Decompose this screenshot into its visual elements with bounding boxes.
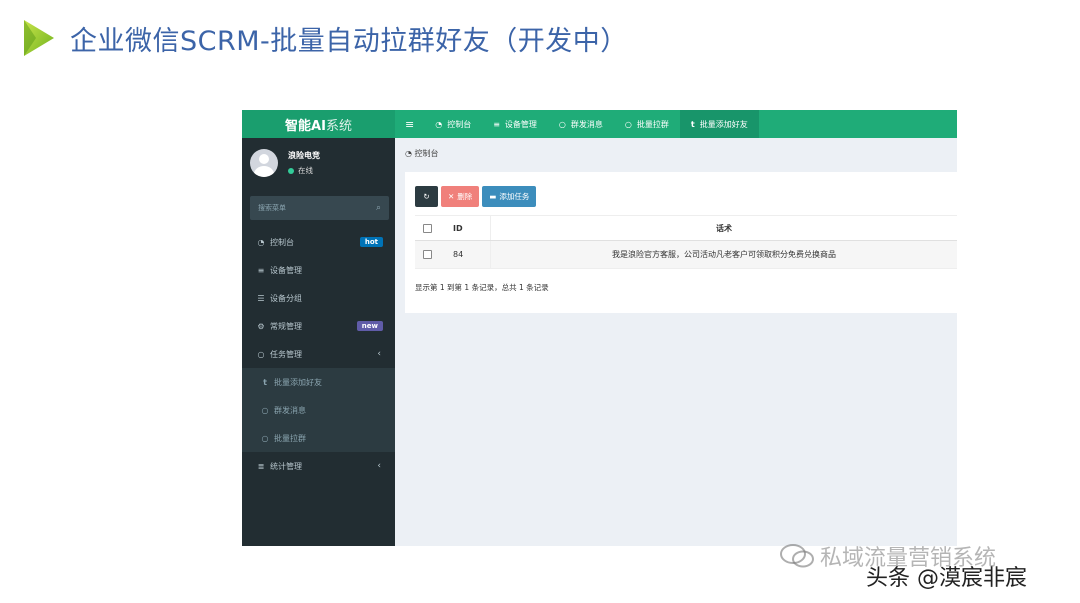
sidebar-item-label: 批量拉群 <box>274 433 306 443</box>
watermark-author: 头条 @漠宸非宸 <box>866 566 1027 591</box>
circle-icon: ○ <box>257 349 265 359</box>
sidebar-menu: ◔ 控制台 hot ≡ 设备管理 ☰ 设备分组 ⚙ 常规管理 new ○ 任务管… <box>242 228 395 480</box>
tab-label: 群发消息 <box>570 119 603 129</box>
list-icon: ☰ <box>257 293 265 303</box>
tab-batch-pull-group[interactable]: ○ 批量拉群 <box>614 110 680 138</box>
search-input[interactable] <box>258 204 358 212</box>
user-panel: 浪险电竞 在线 <box>242 138 395 188</box>
add-label: 添加任务 <box>499 192 530 201</box>
top-navbar: ≡ ◔ 控制台 ≡ 设备管理 ○ 群发消息 ○ 批量拉群 t 批量添加好友 <box>395 110 957 138</box>
logo-light: 系统 <box>325 118 352 134</box>
sidebar-item-label: 批量添加好友 <box>274 377 322 387</box>
circle-icon: ○ <box>558 119 566 129</box>
sliders-icon: ≡ <box>493 119 500 129</box>
sidebar-item-label: 设备管理 <box>270 265 302 275</box>
content-panel: ↻ ✕ 删除 ▬ 添加任务 ID 话术 84 我是浪险官方客服，公司活动凡老客户可领… <box>405 172 957 313</box>
sliders-icon: ≡ <box>257 265 265 275</box>
sidebar-item-label: 设备分组 <box>270 293 302 303</box>
dashboard-icon: ◔ <box>257 237 265 247</box>
database-icon: ≣ <box>257 461 265 471</box>
sidebar-toggle-icon[interactable]: ≡ <box>395 110 424 138</box>
row-checkbox[interactable] <box>422 250 432 259</box>
refresh-button[interactable]: ↻ <box>415 186 438 207</box>
tumblr-icon: t <box>263 377 267 387</box>
sidebar-item-label: 常规管理 <box>270 321 302 331</box>
new-badge: new <box>356 321 383 331</box>
app-logo[interactable]: 智能AI 系统 <box>242 110 395 138</box>
tumblr-icon: t <box>690 119 695 129</box>
wechat-icon <box>780 544 814 568</box>
tab-label: 控制台 <box>447 119 472 129</box>
slide-title: 企业微信SCRM-批量自动拉群好友（开发中） <box>24 18 628 58</box>
circle-icon: ○ <box>261 405 269 415</box>
dashboard-icon: ◔ <box>435 119 443 129</box>
play-triangle-icon <box>24 20 54 56</box>
sidebar: 智能AI系统 浪险电竞 在线 ⌕ ◔ 控制台 hot ≡ 设备管理 ☰ <box>242 110 395 546</box>
sidebar-item-label: 控制台 <box>270 237 294 247</box>
circle-icon: ○ <box>261 433 269 443</box>
delete-button[interactable]: ✕ 删除 <box>441 186 480 207</box>
refresh-icon: ↻ <box>423 192 430 201</box>
user-name: 浪险电竞 <box>288 151 320 160</box>
chevron-left-icon: ‹ <box>377 461 381 471</box>
sidebar-item-general-mgmt[interactable]: ⚙ 常规管理 new <box>242 312 395 340</box>
tab-label: 设备管理 <box>504 119 537 129</box>
sidebar-item-label: 任务管理 <box>270 349 302 359</box>
tab-label: 批量拉群 <box>636 119 669 129</box>
sidebar-item-batch-add-friends[interactable]: t 批量添加好友 <box>242 368 395 396</box>
tab-dashboard[interactable]: ◔ 控制台 <box>424 110 482 138</box>
user-status: 在线 <box>288 165 320 176</box>
search-icon[interactable]: ⌕ <box>376 203 381 213</box>
sidebar-item-label: 群发消息 <box>274 405 306 415</box>
column-header-id[interactable]: ID <box>439 216 491 240</box>
task-table: ID 话术 84 我是浪险官方客服，公司活动凡老客户可领取积分免费兑换商品 <box>415 215 957 269</box>
slide-title-text: 企业微信SCRM-批量自动拉群好友（开发中） <box>70 25 628 57</box>
menu-search: ⌕ <box>250 196 389 220</box>
add-task-button[interactable]: ▬ 添加任务 <box>482 186 537 207</box>
comment-icon: ▬ <box>489 192 497 201</box>
tab-label: 批量添加好友 <box>699 119 748 129</box>
table-row[interactable]: 84 我是浪险官方客服，公司活动凡老客户可领取积分免费兑换商品 <box>415 241 957 269</box>
gears-icon: ⚙ <box>257 321 265 331</box>
hot-badge: hot <box>359 237 383 247</box>
sidebar-item-device-mgmt[interactable]: ≡ 设备管理 <box>242 256 395 284</box>
circle-icon: ○ <box>624 119 632 129</box>
select-all-checkbox[interactable] <box>422 223 432 233</box>
cell-id: 84 <box>439 241 491 268</box>
pagination-info: 显示第 1 到第 1 条记录，总共 1 条记录 <box>415 283 549 292</box>
breadcrumb-label: 控制台 <box>414 149 439 158</box>
tab-group-message[interactable]: ○ 群发消息 <box>548 110 614 138</box>
sidebar-item-group-message[interactable]: ○ 群发消息 <box>242 396 395 424</box>
table-header: ID 话术 <box>415 215 957 241</box>
sidebar-item-dashboard[interactable]: ◔ 控制台 hot <box>242 228 395 256</box>
delete-label: 删除 <box>457 192 473 201</box>
logo-bold: 智能AI <box>285 118 326 134</box>
avatar <box>250 149 278 177</box>
sidebar-item-task-mgmt[interactable]: ○ 任务管理 ‹ <box>242 340 395 368</box>
cell-script: 我是浪险官方客服，公司活动凡老客户可领取积分免费兑换商品 <box>612 250 836 259</box>
breadcrumb[interactable]: ◔ 控制台 <box>405 148 439 159</box>
tab-batch-add-friends[interactable]: t 批量添加好友 <box>679 110 759 138</box>
dashboard-icon: ◔ <box>405 149 412 158</box>
task-submenu: t 批量添加好友 ○ 群发消息 ○ 批量拉群 <box>242 368 395 452</box>
sidebar-item-device-group[interactable]: ☰ 设备分组 <box>242 284 395 312</box>
chevron-left-icon: ‹ <box>377 349 381 359</box>
sidebar-item-batch-pull-group[interactable]: ○ 批量拉群 <box>242 424 395 452</box>
status-text: 在线 <box>298 166 313 175</box>
app-window: 智能AI系统 浪险电竞 在线 ⌕ ◔ 控制台 hot ≡ 设备管理 ☰ <box>242 110 957 546</box>
column-header-script[interactable]: 话术 <box>491 223 957 234</box>
sidebar-item-label: 统计管理 <box>270 461 302 471</box>
sidebar-item-stats-mgmt[interactable]: ≣ 统计管理 ‹ <box>242 452 395 480</box>
online-dot-icon <box>288 167 294 174</box>
tab-device-mgmt[interactable]: ≡ 设备管理 <box>482 110 548 138</box>
trash-icon: ✕ <box>448 192 455 201</box>
toolbar: ↻ ✕ 删除 ▬ 添加任务 <box>415 186 539 207</box>
